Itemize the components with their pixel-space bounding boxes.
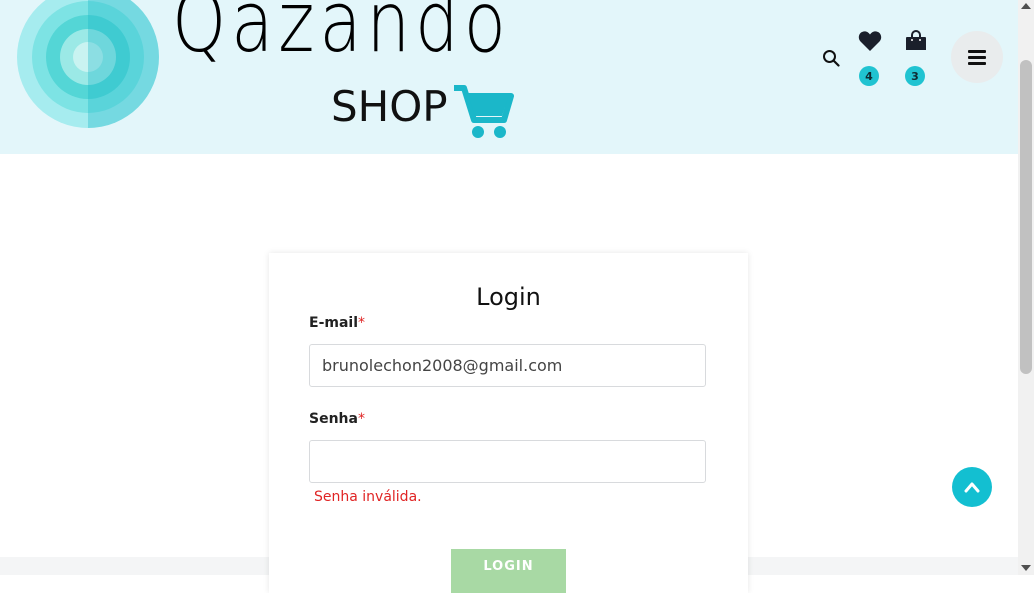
email-required-marker: *	[358, 315, 366, 331]
back-to-top-button[interactable]	[952, 467, 992, 507]
scrollbar-thumb[interactable]	[1020, 60, 1032, 374]
shopping-cart-logo-icon	[454, 85, 514, 138]
email-label: E-mail*	[309, 315, 365, 331]
password-label: Senha*	[309, 411, 365, 427]
logo-shop-text: SHOP	[331, 82, 448, 131]
chevron-up-icon	[964, 482, 980, 493]
shopping-bag-icon[interactable]	[903, 28, 928, 54]
search-icon[interactable]	[820, 47, 842, 69]
heart-icon[interactable]	[857, 29, 882, 53]
email-label-text: E-mail	[309, 315, 359, 331]
menu-button[interactable]	[951, 31, 1003, 83]
password-error-message: Senha inválida.	[314, 489, 422, 505]
password-input[interactable]	[309, 440, 706, 483]
login-title: Login	[476, 283, 541, 311]
logo-circle-icon[interactable]	[17, 0, 159, 128]
email-input[interactable]	[309, 344, 706, 387]
hamburger-menu-icon	[968, 47, 986, 68]
login-card: Login E-mail* Senha* Senha inválida. LOG…	[269, 253, 748, 593]
login-button[interactable]: LOGIN	[451, 549, 566, 593]
cart-count-badge: 3	[905, 66, 925, 86]
site-header: Qazando SHOP 4 3	[0, 0, 1018, 154]
password-label-text: Senha	[309, 411, 358, 427]
scroll-up-arrow-icon[interactable]	[1021, 3, 1031, 9]
scroll-down-arrow-icon[interactable]	[1021, 565, 1031, 571]
password-required-marker: *	[357, 411, 365, 427]
wishlist-count-badge: 4	[859, 66, 879, 86]
logo-wordmark[interactable]: Qazando	[172, 0, 511, 64]
